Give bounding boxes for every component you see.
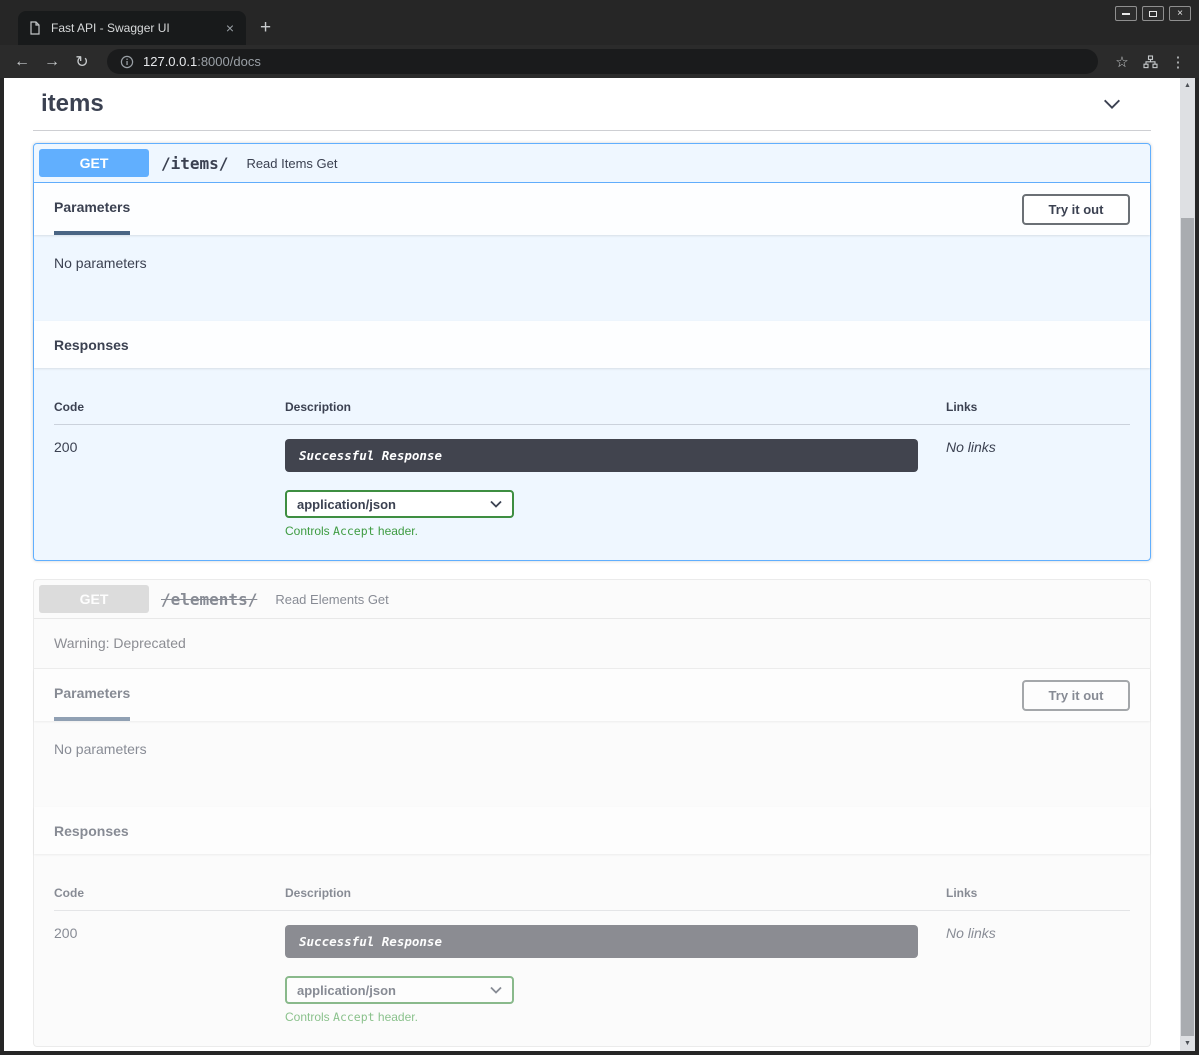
column-header-links: Links: [946, 400, 1130, 414]
tag-title: items: [41, 90, 104, 118]
window-controls: ×: [1115, 6, 1191, 21]
responses-table: Code Description Links 200 Successful Re…: [34, 368, 1150, 560]
parameters-header: Parameters Try it out: [34, 669, 1150, 721]
deprecated-warning: Warning: Deprecated: [34, 619, 1150, 669]
operation-summary-text: Read Items Get: [246, 156, 337, 171]
media-type-select[interactable]: application/json: [285, 976, 514, 1004]
opblock-get-items: GET /items/ Read Items Get Parameters Tr…: [33, 143, 1151, 561]
operation-path: /elements/: [149, 590, 275, 609]
response-description-box: Successful Response: [285, 925, 918, 958]
responses-table-head: Code Description Links: [54, 380, 1130, 425]
browser-tab[interactable]: Fast API - Swagger UI ×: [18, 11, 246, 45]
response-row: 200 Successful Response application/json…: [54, 911, 1130, 1024]
operation-summary-text: Read Elements Get: [275, 592, 388, 607]
back-button[interactable]: ←: [9, 49, 35, 75]
responses-table: Code Description Links 200 Successful Re…: [34, 854, 1150, 1046]
bookmark-star-icon[interactable]: ☆: [1110, 50, 1134, 74]
swagger-page: items GET /items/ Read Items Get: [4, 78, 1180, 1051]
url-text: 127.0.0.1:8000/docs: [143, 54, 261, 69]
media-type-value: application/json: [297, 983, 396, 998]
select-chevron-icon: [490, 986, 502, 994]
response-links: No links: [946, 925, 1130, 1024]
operation-summary[interactable]: GET /items/ Read Items Get: [34, 144, 1150, 183]
url-path: :8000/docs: [197, 54, 261, 69]
browser-menu-icon[interactable]: ⋮: [1166, 50, 1190, 74]
parameters-header: Parameters Try it out: [34, 183, 1150, 235]
page-icon: [28, 21, 42, 35]
accept-header-hint: Controls Accept header.: [285, 524, 946, 538]
no-parameters-text: No parameters: [54, 255, 1130, 271]
info-icon[interactable]: [120, 55, 134, 69]
response-description-box: Successful Response: [285, 439, 918, 472]
maximize-button[interactable]: [1142, 6, 1164, 21]
browser-window: Fast API - Swagger UI × + × ← → ↻ 127.0.…: [0, 0, 1199, 1055]
parameters-body: No parameters: [34, 721, 1150, 807]
vertical-scrollbar[interactable]: ▲ ▼: [1180, 78, 1195, 1051]
titlebar: Fast API - Swagger UI × + ×: [0, 0, 1199, 45]
response-links: No links: [946, 439, 1130, 538]
try-it-out-button[interactable]: Try it out: [1022, 680, 1130, 711]
response-row: 200 Successful Response application/json…: [54, 425, 1130, 538]
select-chevron-icon: [490, 500, 502, 508]
media-type-select[interactable]: application/json: [285, 490, 514, 518]
minimize-button[interactable]: [1115, 6, 1137, 21]
operation-path: /items/: [149, 154, 246, 173]
responses-header: Responses: [34, 321, 1150, 368]
minimize-icon: [1122, 13, 1130, 15]
close-button[interactable]: ×: [1169, 6, 1191, 21]
tag-section-header[interactable]: items: [33, 82, 1151, 131]
column-header-code: Code: [54, 400, 285, 414]
column-header-code: Code: [54, 886, 285, 900]
column-header-links: Links: [946, 886, 1130, 900]
column-header-description: Description: [285, 400, 946, 414]
address-bar[interactable]: 127.0.0.1:8000/docs: [107, 49, 1098, 74]
sitemap-icon[interactable]: [1138, 50, 1162, 74]
accept-header-hint: Controls Accept header.: [285, 1010, 946, 1024]
opblock-get-elements-deprecated: GET /elements/ Read Elements Get Warning…: [33, 579, 1151, 1047]
try-it-out-button[interactable]: Try it out: [1022, 194, 1130, 225]
parameters-title: Parameters: [54, 183, 130, 235]
scroll-up-icon[interactable]: ▲: [1180, 78, 1195, 93]
forward-button[interactable]: →: [39, 49, 65, 75]
scrollbar-thumb[interactable]: [1181, 218, 1194, 1036]
tab-close-icon[interactable]: ×: [224, 21, 236, 35]
method-badge: GET: [39, 149, 149, 177]
parameters-body: No parameters: [34, 235, 1150, 321]
column-header-description: Description: [285, 886, 946, 900]
media-type-value: application/json: [297, 497, 396, 512]
scroll-down-icon[interactable]: ▼: [1180, 1036, 1195, 1051]
responses-header: Responses: [34, 807, 1150, 854]
method-badge: GET: [39, 585, 149, 613]
url-host: 127.0.0.1: [143, 54, 197, 69]
responses-table-head: Code Description Links: [54, 866, 1130, 911]
browser-toolbar: ← → ↻ 127.0.0.1:8000/docs ☆ ⋮: [0, 45, 1199, 78]
chevron-down-icon[interactable]: [1101, 93, 1123, 115]
new-tab-button[interactable]: +: [260, 18, 271, 37]
maximize-icon: [1149, 11, 1157, 17]
response-code: 200: [54, 439, 285, 538]
tab-title: Fast API - Swagger UI: [51, 21, 215, 35]
response-code: 200: [54, 925, 285, 1024]
parameters-title: Parameters: [54, 669, 130, 721]
responses-title: Responses: [54, 337, 129, 353]
responses-title: Responses: [54, 823, 129, 839]
operation-summary[interactable]: GET /elements/ Read Elements Get: [34, 580, 1150, 619]
no-parameters-text: No parameters: [54, 741, 1130, 757]
reload-button[interactable]: ↻: [69, 49, 95, 75]
page-viewport: items GET /items/ Read Items Get: [4, 78, 1195, 1051]
